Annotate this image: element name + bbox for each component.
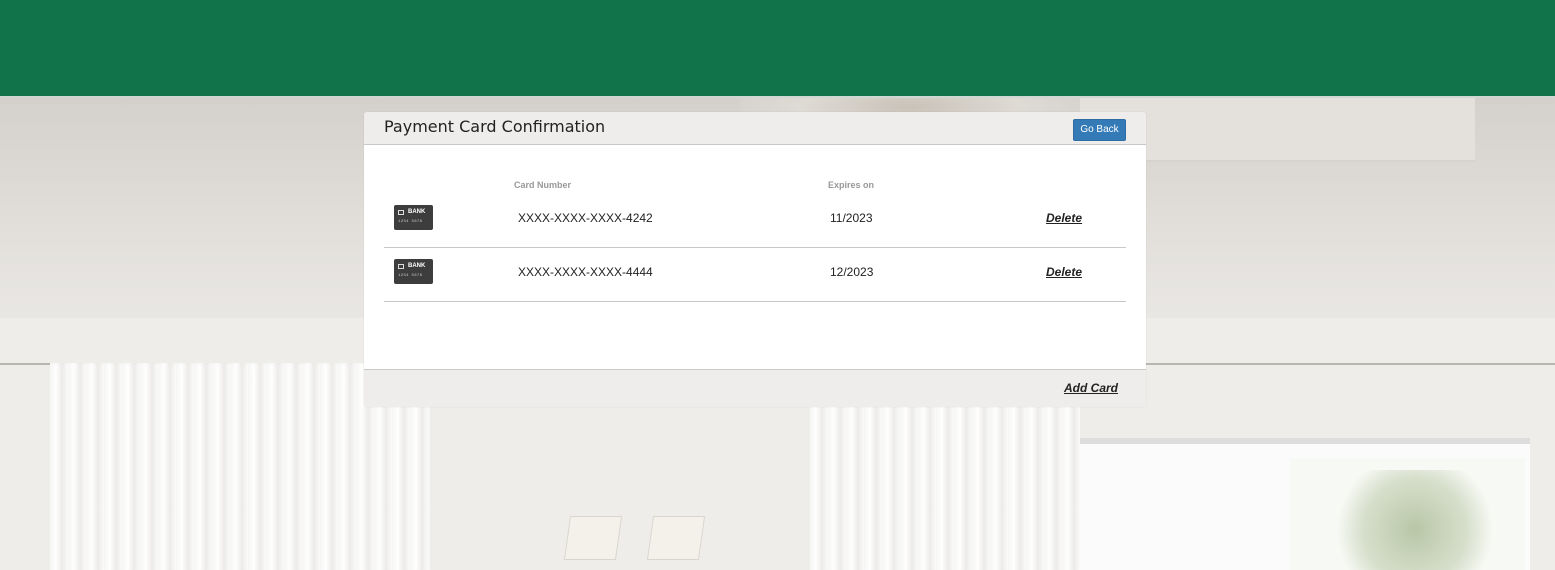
card-expiry: 11/2023 (830, 211, 873, 225)
tree-outside (1330, 470, 1500, 570)
card-expiry: 12/2023 (830, 265, 874, 279)
card-row: BANK 1234 5678 XXXX-XXXX-XXXX-4444 12/20… (384, 247, 1126, 302)
bank-card-icon: BANK 1234 5678 (394, 205, 433, 230)
add-card-link[interactable]: Add Card (1064, 381, 1118, 395)
go-back-button[interactable]: Go Back (1073, 119, 1126, 141)
card-icon-digits: 1234 5678 (398, 274, 423, 278)
top-header-bar (0, 0, 1555, 96)
wall-lamp-left (563, 516, 623, 560)
delete-card-link[interactable]: Delete (1046, 211, 1082, 225)
card-icon-brand: BANK (408, 209, 426, 215)
wall-lamp-right (646, 516, 706, 560)
card-number: XXXX-XXXX-XXXX-4444 (518, 265, 653, 279)
bank-card-icon: BANK 1234 5678 (394, 259, 433, 284)
payment-card-panel: Payment Card Confirmation Go Back Card N… (364, 112, 1146, 407)
card-icon-digits: 1234 5678 (398, 220, 423, 224)
column-header-expires-on: Expires on (828, 180, 875, 190)
panel-footer: Add Card (364, 369, 1146, 407)
panel-title: Payment Card Confirmation (384, 117, 606, 136)
column-header-card-number: Card Number (514, 180, 572, 190)
card-chip-icon (398, 210, 404, 215)
card-row: BANK 1234 5678 XXXX-XXXX-XXXX-4242 11/20… (384, 193, 1126, 248)
panel-header: Payment Card Confirmation Go Back (364, 112, 1146, 145)
card-icon-brand: BANK (408, 263, 426, 269)
card-number: XXXX-XXXX-XXXX-4242 (518, 211, 653, 225)
delete-card-link[interactable]: Delete (1046, 265, 1082, 279)
card-chip-icon (398, 264, 404, 269)
